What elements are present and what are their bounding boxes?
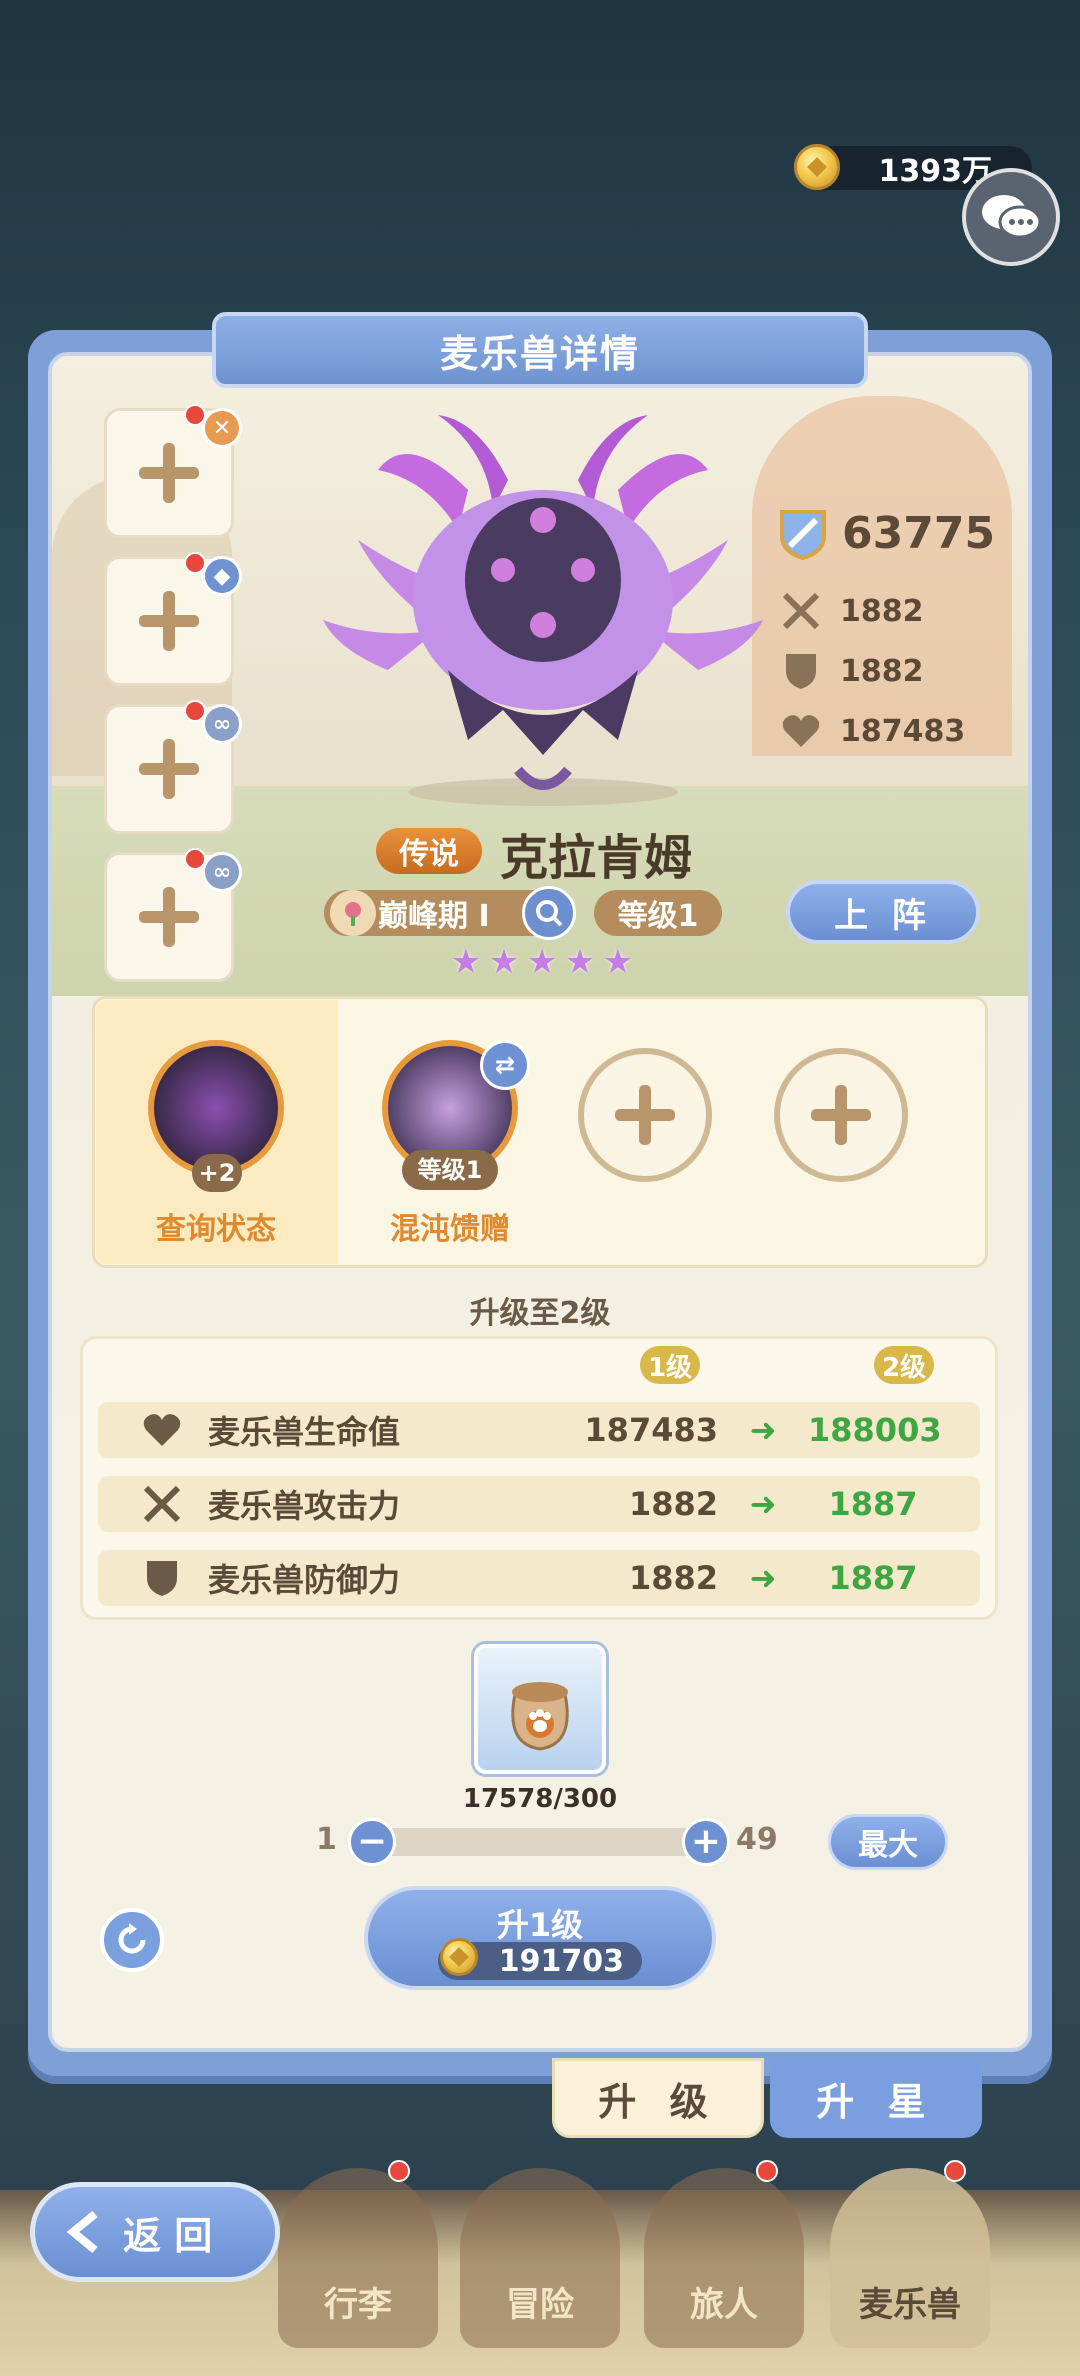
current-level-badge: 1级 (640, 1346, 700, 1384)
refresh-icon (118, 1923, 146, 1954)
star-icon: ★ (564, 942, 596, 982)
notification-dot (944, 2160, 966, 2182)
empty-skill-slot-1[interactable] (578, 1048, 712, 1182)
star-icon: ★ (526, 942, 558, 982)
table-row: 麦乐兽防御力 1882 ➜ 1887 (98, 1550, 980, 1606)
link-slot-icon: ∞ (202, 852, 242, 892)
tab-star-up[interactable]: 升 星 (770, 2058, 982, 2138)
table-row: 麦乐兽生命值 187483 ➜ 188003 (98, 1402, 980, 1458)
table-row: 麦乐兽攻击力 1882 ➜ 1887 (98, 1476, 980, 1532)
defense-value: 1882 (840, 653, 924, 689)
heart-icon (134, 1412, 190, 1448)
star-icon: ★ (602, 942, 634, 982)
upgrade-title: 升级至2级 (469, 1296, 611, 1331)
stage-label: 巅峰期 Ⅰ (378, 899, 490, 934)
nav-item-travelers[interactable]: 旅人 (644, 2168, 804, 2348)
status-skill-label: 查询状态 (156, 1212, 276, 1247)
plus-icon (811, 1085, 871, 1145)
item-count: 17578/300 (462, 1784, 618, 1814)
plus-icon (139, 739, 199, 799)
upgrade-cost-value: 191703 (498, 1943, 624, 1979)
chat-button[interactable] (962, 168, 1060, 266)
plus-icon (139, 443, 199, 503)
slider-max: 49 (736, 1822, 778, 1857)
heart-icon (780, 710, 822, 752)
star-rating: ★ ★ ★ ★ ★ (448, 944, 636, 980)
rarity-badge: 传说 (376, 828, 482, 874)
nav-item-adventure[interactable]: 冒险 (460, 2168, 620, 2348)
arrow-right-icon: ➜ (749, 1485, 777, 1523)
shield-slot-icon: ◆ (202, 556, 242, 596)
quantity-slider[interactable] (370, 1828, 704, 1856)
power-icon (780, 510, 826, 560)
status-count-badge: +2 (192, 1154, 242, 1192)
notification-dot (184, 552, 206, 574)
nav-item-pets[interactable]: 麦乐兽 (830, 2168, 990, 2348)
tab-upgrade[interactable]: 升 级 (552, 2058, 764, 2138)
hp-value: 187483 (840, 713, 966, 749)
minus-button[interactable]: − (348, 1818, 396, 1866)
slider-min: 1 (316, 1822, 337, 1857)
plus-icon (139, 591, 199, 651)
arrow-right-icon: ➜ (749, 1411, 777, 1449)
back-button[interactable]: 返 回 (30, 2182, 280, 2282)
attack-stat: 1882 (780, 590, 924, 632)
upgrade-button[interactable]: 升1级 191703 (364, 1886, 716, 1990)
shield-icon (134, 1558, 190, 1598)
plus-icon (615, 1085, 675, 1145)
exp-food-item[interactable] (474, 1644, 606, 1774)
swap-icon[interactable]: ⇄ (480, 1040, 530, 1090)
star-icon: ★ (488, 942, 520, 982)
reset-button[interactable] (100, 1908, 164, 1972)
shield-icon (780, 650, 822, 692)
notification-dot (756, 2160, 778, 2182)
monster-name: 克拉肯姆 (500, 830, 693, 886)
notification-dot (388, 2160, 410, 2182)
notification-dot (184, 848, 206, 870)
attack-value: 1882 (840, 593, 924, 629)
chat-bubble-icon (982, 195, 1042, 239)
notification-dot (184, 700, 206, 722)
deploy-button[interactable]: 上 阵 (786, 880, 980, 944)
notification-dot (184, 404, 206, 426)
plus-icon (139, 887, 199, 947)
skill-level-badge: 等级1 (402, 1150, 498, 1190)
back-label: 返 回 (123, 2213, 213, 2258)
max-button[interactable]: 最大 (828, 1814, 948, 1870)
zoom-button[interactable] (522, 886, 576, 940)
empty-skill-slot-2[interactable] (774, 1048, 908, 1182)
chaos-skill-label: 混沌馈赠 (390, 1212, 510, 1247)
next-level-badge: 2级 (874, 1346, 934, 1384)
link-slot-icon: ∞ (202, 704, 242, 744)
monster-portrait (323, 415, 763, 806)
swords-icon (780, 590, 822, 632)
weapon-slot-icon: ✕ (202, 408, 242, 448)
flower-icon (330, 890, 376, 936)
star-icon: ★ (450, 942, 482, 982)
arrow-right-icon: ➜ (749, 1559, 777, 1597)
plus-button[interactable]: + (682, 1818, 730, 1866)
back-arrow-icon (66, 2210, 98, 2254)
level-badge: 等级1 (594, 890, 722, 936)
panel-title: 麦乐兽详情 (212, 312, 868, 388)
defense-stat: 1882 (780, 650, 924, 692)
upgrade-button-label: 升1级 (496, 1906, 584, 1944)
nav-item-luggage[interactable]: 行李 (278, 2168, 438, 2348)
power-value: 63775 (842, 507, 996, 559)
coin-icon (440, 1938, 478, 1976)
magnifier-icon (536, 900, 563, 927)
swords-icon (134, 1484, 190, 1524)
hp-stat: 187483 (780, 710, 965, 752)
food-bag-icon (511, 1682, 569, 1751)
power-stat: 63775 (776, 506, 995, 560)
coin-icon (794, 144, 840, 190)
